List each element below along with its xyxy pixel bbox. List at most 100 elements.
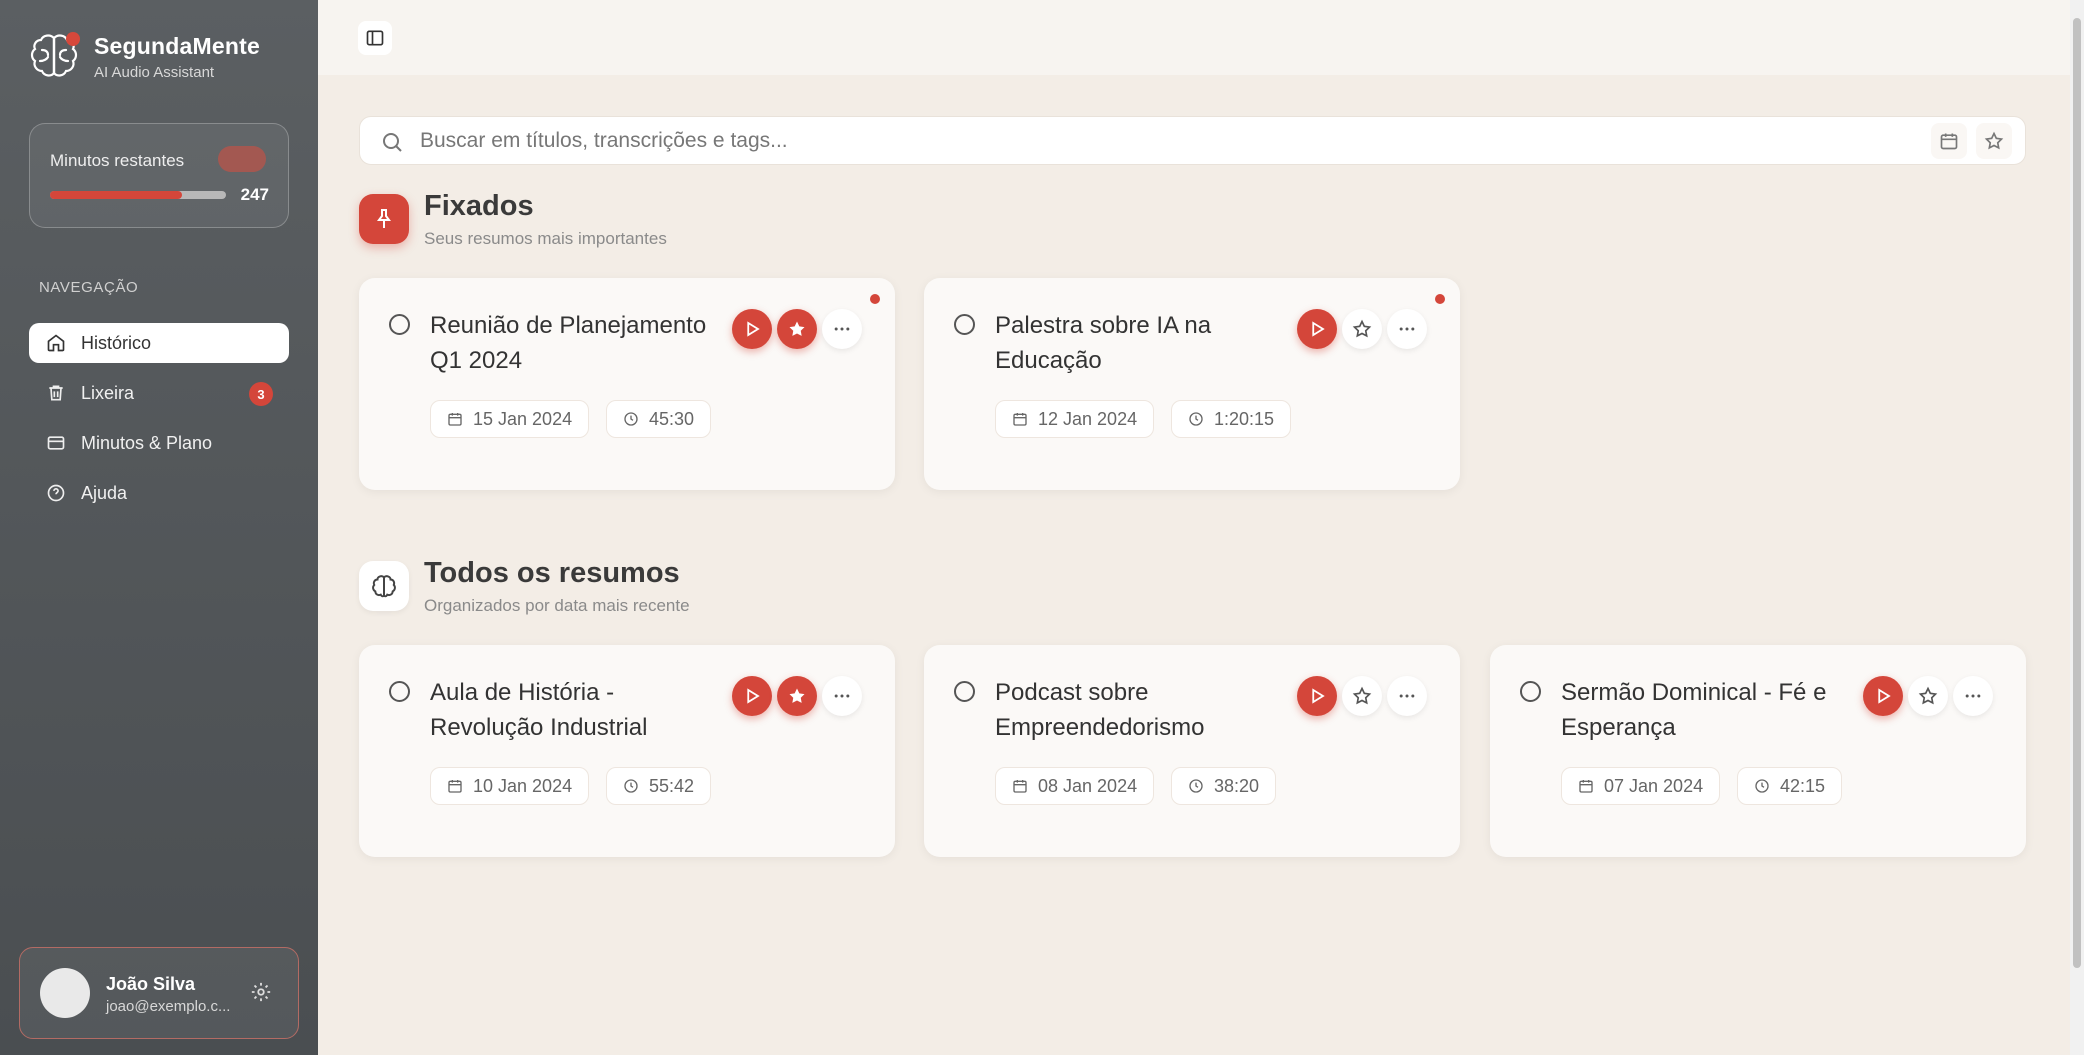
- date-chip: 08 Jan 2024: [995, 767, 1155, 805]
- scrollbar-thumb[interactable]: [2073, 18, 2081, 968]
- duration-chip: 45:30: [606, 400, 712, 438]
- favorites-filter-button[interactable]: [1976, 123, 2012, 159]
- new-indicator-dot: [1435, 294, 1445, 304]
- sidebar-item-lixeira[interactable]: Lixeira 3: [29, 373, 289, 413]
- notification-dot: [66, 32, 80, 46]
- more-horizontal-icon: [834, 327, 850, 331]
- minutes-count: 247: [240, 185, 269, 204]
- card-date: 07 Jan 2024: [1604, 775, 1704, 796]
- search-icon: [383, 133, 402, 152]
- date-chip: 12 Jan 2024: [995, 400, 1155, 438]
- favorite-button[interactable]: [777, 309, 817, 349]
- user-email: joao@exemplo.c...: [106, 998, 231, 1015]
- select-radio[interactable]: [1520, 681, 1541, 702]
- more-horizontal-icon: [1399, 694, 1415, 698]
- card-date: 15 Jan 2024: [473, 408, 573, 429]
- star-icon: [1352, 686, 1372, 705]
- summary-card[interactable]: Podcast sobre Empreendedorismo 08 Jan 20…: [924, 645, 1460, 857]
- minutes-label: Minutos restantes: [50, 151, 185, 170]
- sidebar-item-label: Histórico: [81, 332, 152, 353]
- card-duration: 38:20: [1214, 775, 1260, 796]
- summary-card[interactable]: Palestra sobre IA na Educação 12 Jan 202…: [924, 278, 1460, 490]
- brain-logo-icon: [28, 30, 82, 84]
- clock-icon: [624, 779, 638, 793]
- trash-count-badge: 3: [249, 382, 273, 406]
- calendar-icon: [1013, 413, 1027, 426]
- more-options-button[interactable]: [1387, 676, 1427, 716]
- play-icon: [1878, 688, 1891, 704]
- more-options-button[interactable]: [1387, 309, 1427, 349]
- card-duration: 45:30: [649, 408, 695, 429]
- more-options-button[interactable]: [822, 309, 862, 349]
- user-card[interactable]: João Silva joao@exemplo.c...: [19, 947, 299, 1039]
- star-icon: [1984, 131, 2004, 150]
- more-horizontal-icon: [834, 694, 850, 698]
- favorite-button[interactable]: [1342, 676, 1382, 716]
- play-button[interactable]: [732, 676, 772, 716]
- card-duration: 42:15: [1780, 775, 1826, 796]
- star-icon: [1918, 686, 1938, 705]
- sidebar-item-ajuda[interactable]: Ajuda: [29, 473, 289, 513]
- summary-card[interactable]: Sermão Dominical - Fé e Esperança 07 Jan…: [1490, 645, 2026, 857]
- search-input[interactable]: [420, 117, 1870, 164]
- play-icon: [747, 321, 760, 337]
- sidebar-nav: Histórico Lixeira 3 Minutos & Plano Ajud…: [29, 323, 289, 523]
- sidebar-toggle-button[interactable]: [358, 21, 392, 55]
- select-radio[interactable]: [954, 681, 975, 702]
- card-title: Palestra sobre IA na Educação: [995, 312, 1212, 374]
- star-filled-icon: [789, 688, 805, 703]
- pinned-section-title: Fixados: [424, 190, 534, 222]
- calendar-icon: [1940, 133, 1958, 150]
- sidebar-item-minutos-plano[interactable]: Minutos & Plano: [29, 423, 289, 463]
- play-button[interactable]: [1297, 676, 1337, 716]
- card-title: Podcast sobre Empreendedorismo: [995, 679, 1205, 741]
- more-horizontal-icon: [1399, 327, 1415, 331]
- clock-icon: [1189, 779, 1203, 793]
- panel-left-icon: [366, 30, 384, 46]
- card-date: 08 Jan 2024: [1038, 775, 1138, 796]
- page-scrollbar[interactable]: [2070, 0, 2084, 1055]
- gear-icon[interactable]: [250, 981, 272, 1003]
- trash-icon: [49, 385, 63, 401]
- more-options-button[interactable]: [1953, 676, 1993, 716]
- favorite-button[interactable]: [777, 676, 817, 716]
- play-icon: [1312, 321, 1325, 337]
- favorite-button[interactable]: [1908, 676, 1948, 716]
- card-date: 10 Jan 2024: [473, 775, 573, 796]
- duration-chip: 55:42: [606, 767, 712, 805]
- search-bar: [359, 116, 2026, 165]
- minutes-status-pill: [218, 146, 266, 172]
- play-button[interactable]: [1863, 676, 1903, 716]
- calendar-icon: [448, 780, 462, 793]
- minutes-progress-bar: [50, 191, 226, 199]
- calendar-icon: [1579, 780, 1593, 793]
- summary-card[interactable]: Aula de História - Revolução Industrial …: [359, 645, 895, 857]
- brand-name: SegundaMente: [94, 33, 260, 59]
- card-title: Sermão Dominical - Fé e Esperança: [1561, 679, 1827, 741]
- brand-subtitle: AI Audio Assistant: [94, 64, 215, 81]
- select-radio[interactable]: [389, 681, 410, 702]
- date-filter-button[interactable]: [1931, 123, 1967, 159]
- summary-card[interactable]: Reunião de Planejamento Q1 2024 15 Jan 2…: [359, 278, 895, 490]
- pin-icon: [377, 209, 391, 228]
- brand[interactable]: SegundaMente AI Audio Assistant: [28, 30, 260, 84]
- duration-chip: 38:20: [1171, 767, 1277, 805]
- credit-card-icon: [47, 436, 65, 450]
- help-circle-icon: [47, 484, 65, 502]
- play-button[interactable]: [732, 309, 772, 349]
- minutes-card: Minutos restantes 247: [29, 123, 289, 228]
- more-options-button[interactable]: [822, 676, 862, 716]
- select-radio[interactable]: [389, 314, 410, 335]
- sidebar-item-label: Lixeira: [81, 382, 135, 403]
- date-chip: 15 Jan 2024: [430, 400, 590, 438]
- favorite-button[interactable]: [1342, 309, 1382, 349]
- sidebar-item-historico[interactable]: Histórico: [29, 323, 289, 363]
- select-radio[interactable]: [954, 314, 975, 335]
- all-section-title: Todos os resumos: [424, 557, 680, 589]
- card-duration: 1:20:15: [1214, 408, 1275, 429]
- brain-section-icon: [359, 561, 409, 611]
- play-button[interactable]: [1297, 309, 1337, 349]
- top-bar: [318, 0, 2070, 75]
- new-indicator-dot: [870, 294, 880, 304]
- card-date: 12 Jan 2024: [1038, 408, 1138, 429]
